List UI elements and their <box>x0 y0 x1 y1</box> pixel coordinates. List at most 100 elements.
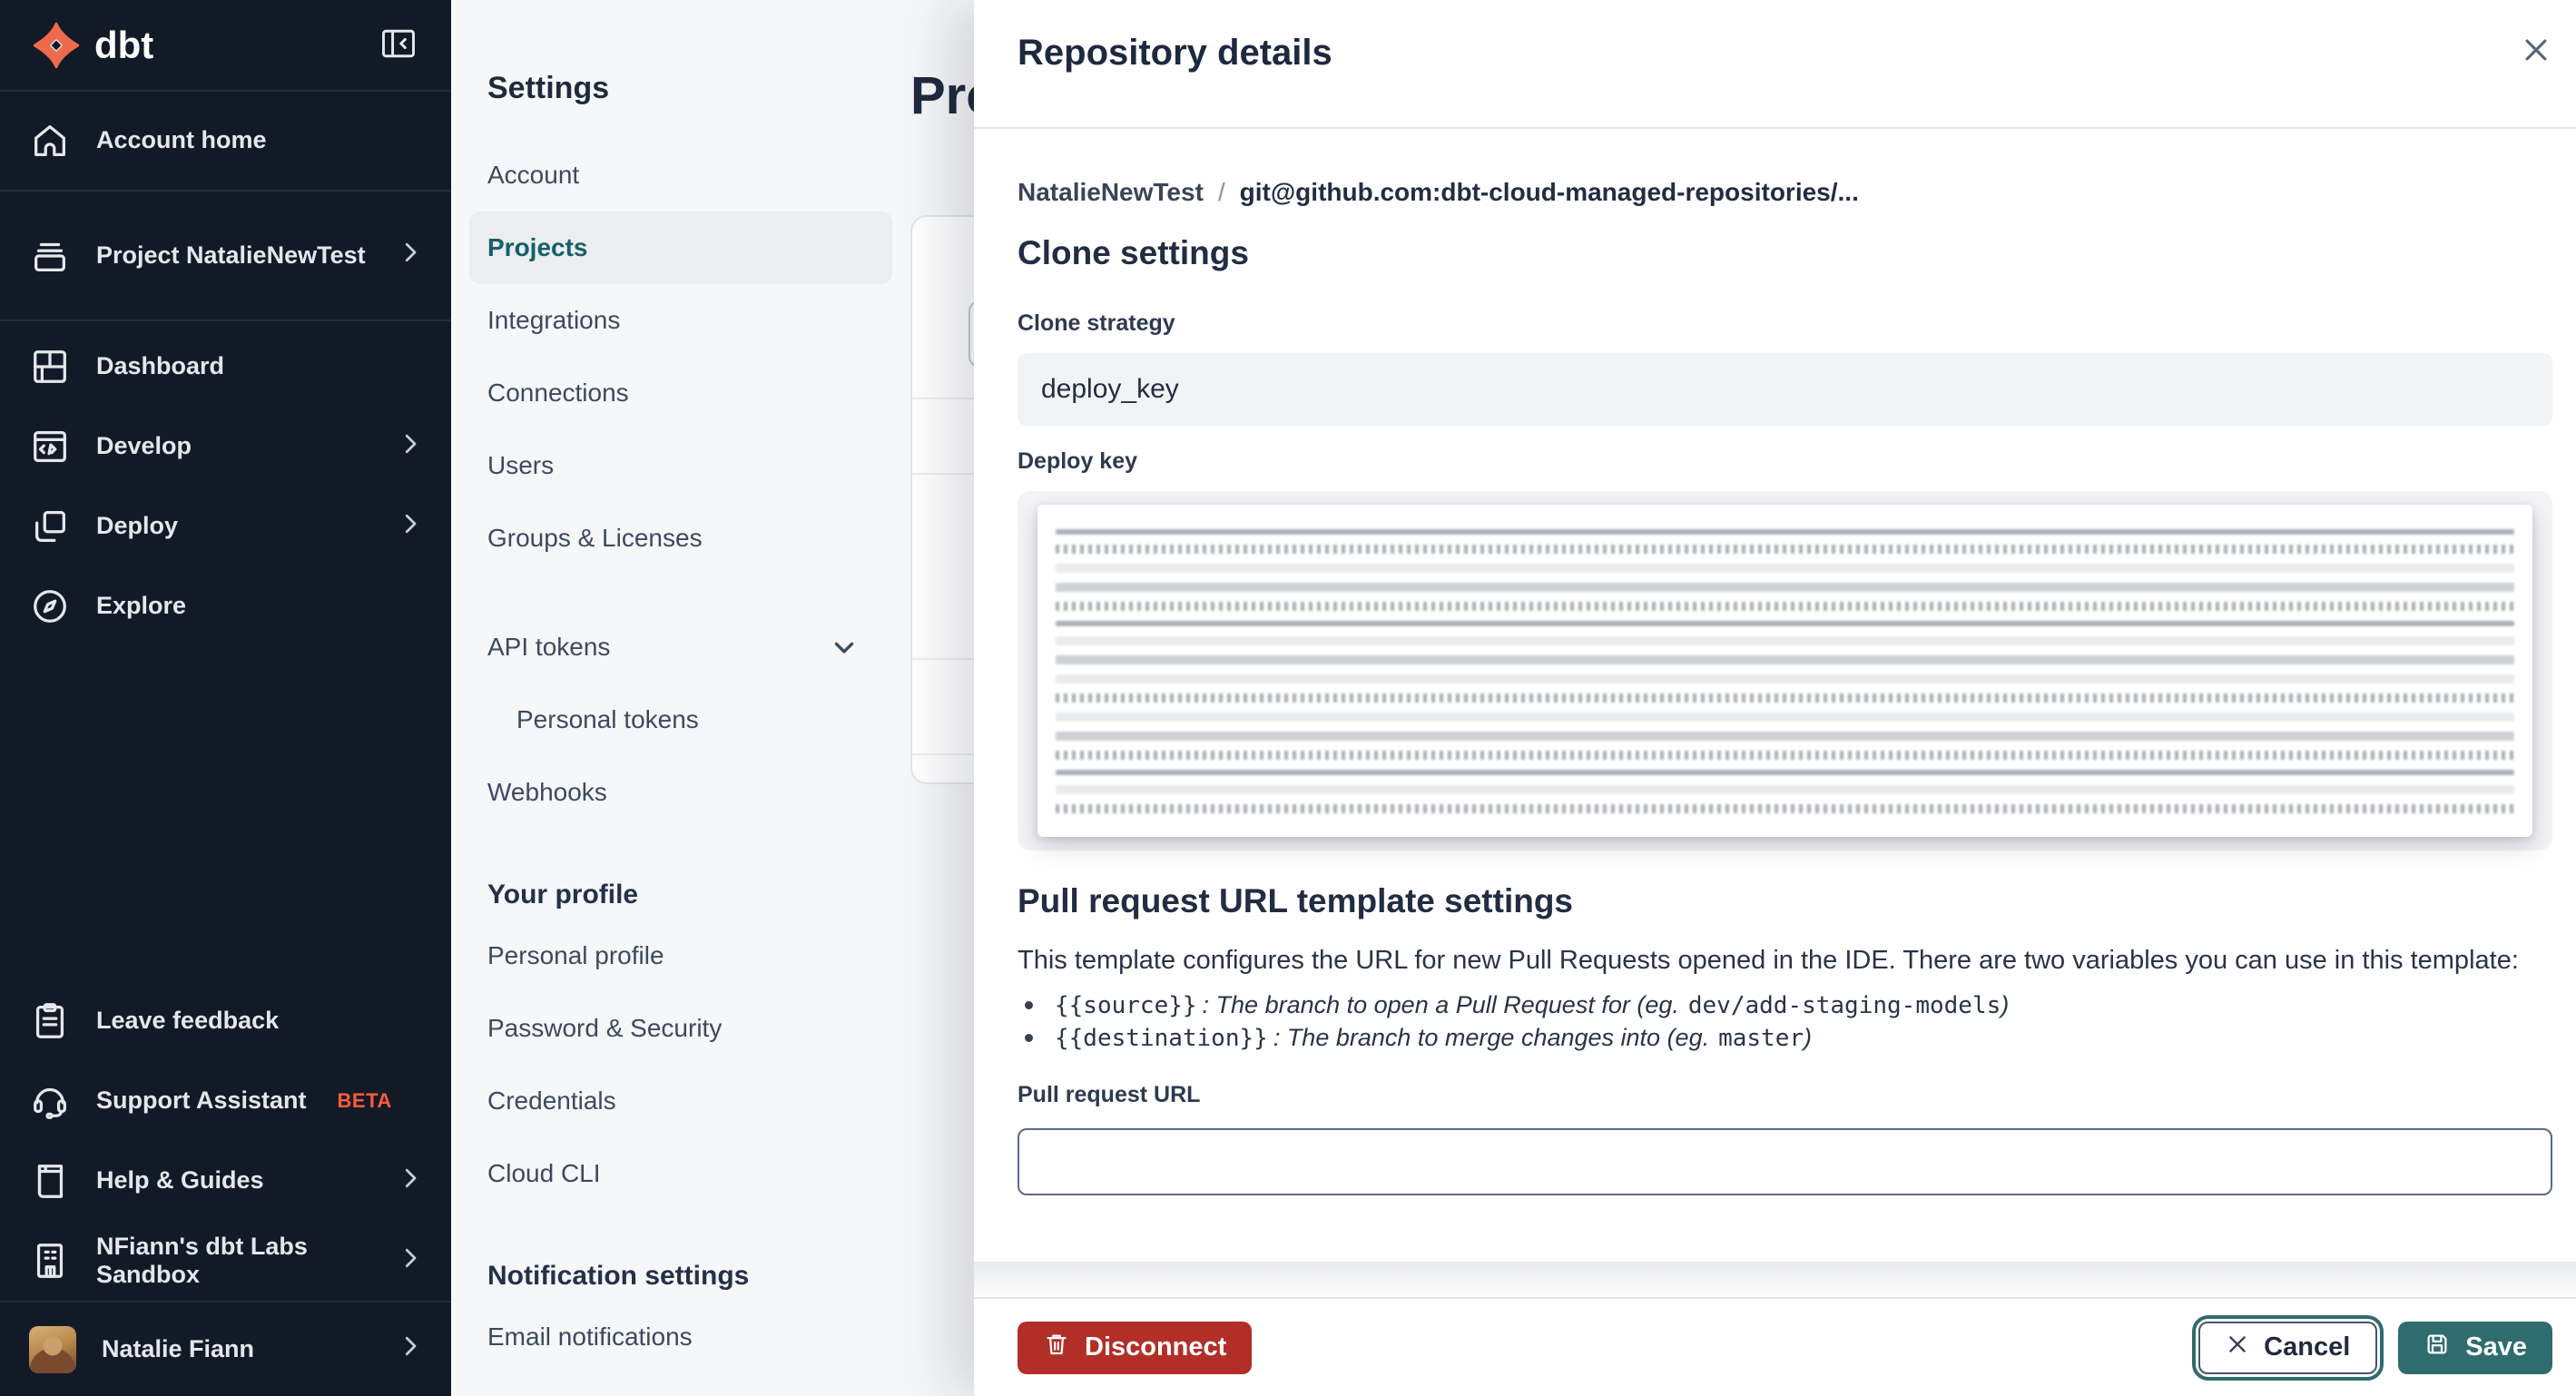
building-icon <box>29 1240 71 1282</box>
nav-item-label: Projects <box>487 233 588 261</box>
nav-item-label: API tokens <box>487 633 611 661</box>
pr-template-bullet-source: {{source}} : The branch to open a Pull R… <box>1025 991 2009 1019</box>
settings-nav-item-webhooks[interactable]: Webhooks <box>487 756 910 829</box>
settings-nav-item-connections[interactable]: Connections <box>487 357 910 429</box>
app-window: dbt Account home Project NatalieNewTest … <box>0 0 2576 1396</box>
repository-details-drawer: Repository details NatalieNewTest / git@… <box>974 0 2576 1396</box>
pull-request-url-input[interactable] <box>1018 1128 2552 1195</box>
sidebar-item-dashboard[interactable]: Dashboard <box>0 327 451 407</box>
user-menu[interactable]: Natalie Fiann <box>0 1303 451 1396</box>
sidebar-item-deploy[interactable]: Deploy <box>0 487 451 566</box>
settings-nav-item-integrations[interactable]: Integrations <box>487 284 910 357</box>
sidebar-item-help-guides[interactable]: Help & Guides <box>0 1141 451 1221</box>
settings-nav-item-account[interactable]: Account <box>487 139 910 211</box>
nav-item-label: Groups & Licenses <box>487 524 703 552</box>
pr-template-heading: Pull request URL template settings <box>1018 882 1573 919</box>
nav-item-label: Cloud CLI <box>487 1159 601 1187</box>
chevron-down-icon <box>829 632 860 663</box>
bullet-text: : The branch to merge changes into (eg. <box>1273 1024 1710 1051</box>
nav-item-label: Credentials <box>487 1086 616 1115</box>
settings-nav-item-credentials[interactable]: Credentials <box>487 1065 910 1137</box>
nav-item-label: Integrations <box>487 306 621 334</box>
dbt-logo: dbt <box>33 22 153 69</box>
cancel-button-label: Cancel <box>2264 1332 2351 1362</box>
settings-nav-item-personal-profile[interactable]: Personal profile <box>487 919 910 992</box>
deploy-key-redacted-content <box>1037 505 2532 837</box>
breadcrumb-repo-url: git@github.com:dbt-cloud-managed-reposit… <box>1239 178 1859 206</box>
chevron-right-icon <box>397 510 424 544</box>
cancel-button[interactable]: Cancel <box>2198 1321 2378 1374</box>
save-button[interactable]: Save <box>2398 1321 2552 1374</box>
pr-template-description: This template configures the URL for new… <box>1018 946 2519 975</box>
dbt-logo-icon <box>33 22 80 69</box>
bullet-dot <box>1025 1034 1033 1042</box>
dbt-logo-text: dbt <box>94 23 154 66</box>
dashboard-icon <box>29 346 71 388</box>
settings-nav-item-cloud-cli[interactable]: Cloud CLI <box>487 1137 910 1210</box>
close-button[interactable] <box>2511 25 2561 76</box>
close-icon <box>2521 34 2551 68</box>
clone-settings-heading: Clone settings <box>1018 234 1249 271</box>
variable-code: {{destination}} <box>1055 1024 1268 1052</box>
settings-nav-item-api-tokens[interactable]: API tokens <box>487 611 910 683</box>
drawer-footer: Disconnect Cancel Save <box>974 1297 2576 1396</box>
example-code: master <box>1718 1024 1804 1052</box>
sidebar-item-project[interactable]: Project NatalieNewTest <box>0 192 451 320</box>
settings-nav-item-personal-tokens[interactable]: Personal tokens <box>487 683 910 756</box>
home-icon <box>29 120 71 162</box>
settings-nav-item-projects[interactable]: Projects <box>469 211 892 284</box>
sidebar-item-label: Project NatalieNewTest <box>96 241 366 269</box>
sidebar-bottom-nav: Leave feedback Support Assistant BETA He… <box>0 981 451 1396</box>
deploy-key-label: Deploy key <box>1018 448 1138 474</box>
deploy-key-field <box>1018 491 2552 850</box>
save-button-label: Save <box>2465 1332 2527 1362</box>
book-icon <box>29 1160 71 1202</box>
settings-nav: Settings Account Projects Integrations C… <box>451 0 910 1396</box>
trash-icon <box>1043 1331 1070 1365</box>
sidebar-item-develop[interactable]: Develop <box>0 407 451 487</box>
disconnect-button[interactable]: Disconnect <box>1018 1321 1253 1374</box>
settings-nav-item-groups-licenses[interactable]: Groups & Licenses <box>487 502 910 575</box>
drawer-title: Repository details <box>1018 33 1332 73</box>
cancel-button-focus-ring: Cancel <box>2192 1314 2384 1381</box>
nav-item-label: Email notifications <box>487 1322 693 1351</box>
sidebar-item-explore[interactable]: Explore <box>0 566 451 646</box>
explore-icon <box>29 585 71 627</box>
bullet-suffix: ) <box>1804 1024 1813 1051</box>
settings-nav-item-password-security[interactable]: Password & Security <box>487 992 910 1065</box>
nav-item-label: Personal profile <box>487 941 664 969</box>
sidebar-item-label: Account home <box>96 126 267 154</box>
sidebar-item-org-sandbox[interactable]: NFiann's dbt Labs Sandbox <box>0 1221 451 1301</box>
collapse-sidebar-button[interactable] <box>379 24 418 66</box>
variable-code: {{source}} <box>1055 991 1197 1019</box>
breadcrumb-project-link[interactable]: NatalieNewTest <box>1018 178 1204 207</box>
nav-item-label: Password & Security <box>487 1014 723 1042</box>
sidebar-item-support-assistant[interactable]: Support Assistant BETA <box>0 1061 451 1141</box>
bullet-text: : The branch to open a Pull Request for … <box>1202 991 1679 1018</box>
clone-strategy-value: deploy_key <box>1041 374 1179 404</box>
clone-strategy-field: deploy_key <box>1018 353 2552 426</box>
sidebar: dbt Account home Project NatalieNewTest … <box>0 0 451 1396</box>
develop-icon <box>29 426 71 467</box>
nav-item-label: Personal tokens <box>516 705 699 733</box>
settings-nav-item-users[interactable]: Users <box>487 429 910 502</box>
bullet-dot <box>1025 1001 1033 1009</box>
settings-nav-heading-your-profile: Your profile <box>487 880 639 909</box>
nav-item-label: Users <box>487 451 555 479</box>
example-code: dev/add-staging-models <box>1687 991 2001 1019</box>
sidebar-item-account-home[interactable]: Account home <box>0 92 451 190</box>
sidebar-item-leave-feedback[interactable]: Leave feedback <box>0 981 451 1061</box>
bullet-suffix: ) <box>2001 991 2010 1018</box>
chevron-right-icon <box>397 430 424 464</box>
disconnect-button-label: Disconnect <box>1085 1332 1227 1362</box>
breadcrumb: NatalieNewTest / git@github.com:dbt-clou… <box>1018 178 1859 207</box>
settings-nav-item-email-notifications[interactable]: Email notifications <box>487 1301 910 1373</box>
settings-nav-heading-notification-settings: Notification settings <box>487 1261 750 1291</box>
clipboard-icon <box>29 1000 71 1042</box>
deploy-icon <box>29 506 71 547</box>
collapse-sidebar-icon <box>379 24 418 66</box>
sidebar-main-nav: Dashboard Develop Deploy Explore <box>0 327 451 646</box>
sidebar-item-label: Deploy <box>96 512 179 540</box>
project-icon <box>29 235 71 277</box>
nav-item-label: Connections <box>487 378 629 407</box>
